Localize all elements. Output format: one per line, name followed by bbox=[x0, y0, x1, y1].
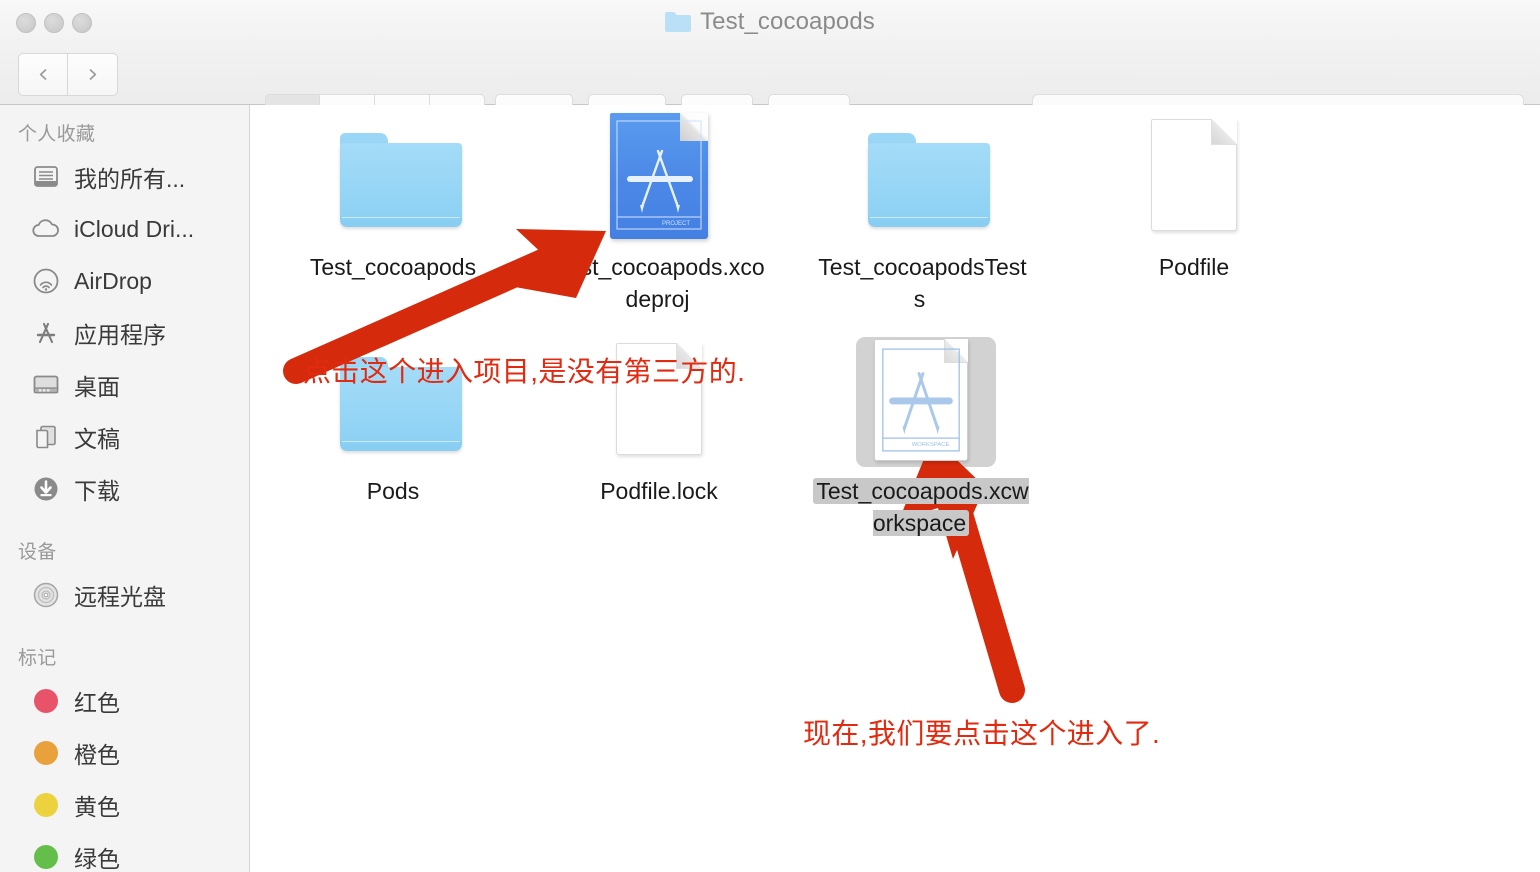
sidebar-item-tag-green[interactable]: 绿色 bbox=[0, 831, 249, 872]
sidebar-item-label: 黄色 bbox=[74, 794, 120, 820]
sidebar-item-label: 下载 bbox=[74, 478, 120, 504]
sidebar-item-airdrop[interactable]: AirDrop bbox=[0, 255, 249, 307]
sidebar-item-tag-orange[interactable]: 橙色 bbox=[0, 727, 249, 779]
chevron-right-icon bbox=[89, 69, 97, 80]
sidebar-item-label: 文稿 bbox=[74, 426, 120, 452]
file-label: Podfile bbox=[1158, 254, 1230, 280]
svg-text:WORKSPACE: WORKSPACE bbox=[912, 442, 950, 448]
sidebar-section-tags-header: 标记 bbox=[18, 648, 57, 669]
sidebar-item-label: 应用程序 bbox=[74, 322, 166, 348]
file-grid[interactable]: Test_cocoapods PROJECT Test_cocoapods.xc… bbox=[251, 105, 1540, 872]
folder-icon bbox=[856, 111, 990, 241]
airdrop-icon bbox=[30, 266, 62, 296]
navigation-buttons bbox=[18, 53, 118, 96]
sidebar-item-label: iCloud Dri... bbox=[74, 215, 195, 242]
sidebar-item-label: 远程光盘 bbox=[74, 584, 166, 610]
sidebar-section-devices-header: 设备 bbox=[18, 542, 57, 563]
forward-button[interactable] bbox=[68, 53, 118, 96]
sidebar-item-documents[interactable]: 文稿 bbox=[0, 411, 249, 463]
finder-window: Test_cocoapods 个人收藏 我的所有... iCloud Dri..… bbox=[0, 0, 1540, 872]
file-label: Pods bbox=[366, 478, 420, 504]
icloud-drive-icon bbox=[30, 214, 62, 244]
folder-icon bbox=[328, 111, 462, 241]
tag-dot-icon bbox=[30, 790, 62, 820]
sidebar-item-label: 橙色 bbox=[74, 742, 120, 768]
file-item[interactable]: Podfile bbox=[1079, 111, 1309, 283]
sidebar-item-label: 桌面 bbox=[74, 374, 120, 400]
xcode-workspace-icon: WORKSPACE bbox=[856, 335, 986, 465]
tag-dot-icon bbox=[30, 738, 62, 768]
file-label: Test_cocoapodsTests bbox=[818, 254, 1027, 312]
file-label: Podfile.lock bbox=[600, 478, 718, 504]
sidebar-item-all-my-files[interactable]: 我的所有... bbox=[0, 151, 249, 203]
annotation-note-2: 现在,我们要点击这个进入了. bbox=[803, 718, 1161, 749]
sidebar-item-applications[interactable]: 应用程序 bbox=[0, 307, 249, 359]
sidebar-item-downloads[interactable]: 下载 bbox=[0, 463, 249, 515]
sidebar-item-label: 绿色 bbox=[74, 846, 120, 872]
tag-dot-icon bbox=[30, 686, 62, 716]
folder-icon bbox=[665, 12, 692, 32]
toolbar: 搜索 bbox=[0, 44, 1540, 138]
back-button[interactable] bbox=[18, 53, 68, 96]
sidebar[interactable]: 个人收藏 我的所有... iCloud Dri... AirDrop 应用程序 … bbox=[0, 105, 250, 872]
all-my-files-icon bbox=[30, 162, 62, 192]
xcode-project-icon: PROJECT bbox=[594, 111, 724, 241]
document-icon bbox=[1129, 111, 1259, 241]
sidebar-item-tag-red[interactable]: 红色 bbox=[0, 675, 249, 727]
chevron-left-icon bbox=[39, 69, 46, 80]
title-bar: Test_cocoapods bbox=[0, 0, 1540, 44]
applications-icon bbox=[30, 318, 62, 348]
file-label-selected: Test_cocoapods.xcworkspace bbox=[811, 475, 1031, 539]
desktop-icon bbox=[30, 370, 62, 400]
window-title: Test_cocoapods bbox=[0, 0, 1540, 44]
sidebar-section-favorites-header: 个人收藏 bbox=[18, 124, 96, 145]
file-item[interactable]: Test_cocoapodsTests bbox=[806, 111, 1036, 315]
file-item[interactable]: PROJECT Test_cocoapods.xcodeproj bbox=[544, 111, 774, 315]
sidebar-item-remote-disc[interactable]: 远程光盘 bbox=[0, 569, 249, 621]
remote-disc-icon bbox=[30, 580, 62, 610]
xcode-logo: PROJECT bbox=[616, 120, 702, 230]
file-label: Test_cocoapods bbox=[309, 254, 477, 280]
file-item-selected[interactable]: WORKSPACE Test_cocoapods.xcworkspace bbox=[806, 335, 1036, 539]
documents-icon bbox=[30, 422, 62, 452]
sidebar-item-label: 红色 bbox=[74, 690, 120, 716]
file-item[interactable]: Test_cocoapods bbox=[278, 111, 508, 283]
sidebar-item-tag-yellow[interactable]: 黄色 bbox=[0, 779, 249, 831]
downloads-icon bbox=[30, 474, 62, 504]
annotation-note-1: 点击这个进入项目,是没有第三方的. bbox=[303, 356, 746, 387]
file-label: Test_cocoapods.xcodeproj bbox=[556, 254, 765, 312]
svg-text:PROJECT: PROJECT bbox=[662, 221, 690, 227]
xcode-workspace-logo: WORKSPACE bbox=[882, 348, 960, 452]
sidebar-item-label: AirDrop bbox=[74, 267, 152, 294]
sidebar-item-icloud-drive[interactable]: iCloud Dri... bbox=[0, 203, 249, 255]
sidebar-item-desktop[interactable]: 桌面 bbox=[0, 359, 249, 411]
sidebar-item-label: 我的所有... bbox=[74, 166, 186, 192]
tag-dot-icon bbox=[30, 842, 62, 872]
window-title-text: Test_cocoapods bbox=[700, 8, 875, 35]
